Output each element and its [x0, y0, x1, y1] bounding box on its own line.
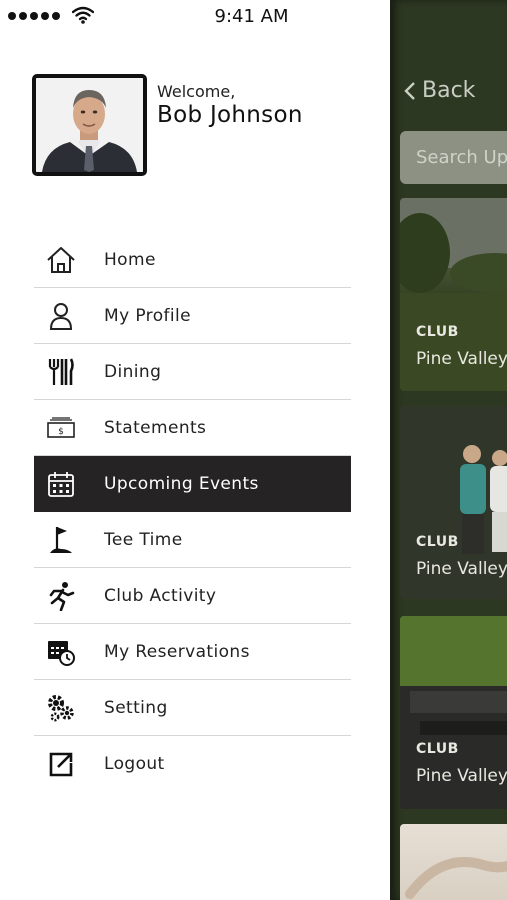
menu-label: Logout	[104, 754, 165, 774]
user-name: Bob Johnson	[157, 102, 303, 128]
back-button[interactable]: Back	[404, 78, 475, 103]
menu-item-club-activity[interactable]: Club Activity	[34, 568, 351, 624]
welcome-text: Welcome,	[157, 82, 236, 101]
status-time: 9:41 AM	[214, 6, 289, 27]
menu-item-home[interactable]: Home	[34, 232, 351, 288]
dining-icon	[46, 357, 76, 387]
back-label: Back	[422, 78, 476, 103]
club-card[interactable]: CLUB Pine Valley	[400, 198, 507, 391]
card-name: Pine Valley	[416, 559, 507, 579]
svg-text:$: $	[58, 427, 64, 437]
profile-icon	[46, 301, 76, 331]
running-icon	[46, 581, 76, 611]
card-tag: CLUB	[416, 741, 459, 757]
logout-icon	[46, 749, 76, 779]
search-placeholder: Search Up	[416, 147, 507, 168]
reservation-icon	[46, 637, 76, 667]
club-card[interactable]	[400, 824, 507, 900]
card-tag: CLUB	[416, 324, 459, 340]
menu-label: Dining	[104, 361, 162, 382]
menu-label: Tee Time	[104, 529, 183, 550]
avatar[interactable]	[32, 74, 147, 176]
menu-label: My Reservations	[104, 641, 250, 662]
chevron-left-icon	[404, 81, 415, 100]
menu-item-upcoming-events[interactable]: Upcoming Events	[34, 456, 351, 512]
card-name: Pine Valley	[416, 766, 507, 786]
gears-icon	[46, 693, 76, 723]
menu-item-my-profile[interactable]: My Profile	[34, 288, 351, 344]
statement-icon: $	[46, 413, 76, 443]
menu-label: Setting	[104, 697, 168, 718]
card-tag: CLUB	[416, 534, 459, 550]
menu-item-setting[interactable]: Setting	[34, 680, 351, 736]
calendar-icon	[46, 469, 76, 499]
menu-item-my-reservations[interactable]: My Reservations	[34, 624, 351, 680]
club-card[interactable]: CLUB Pine Valley	[400, 406, 507, 599]
navigation-drawer: 9:41 AM Welcome, Bob Johnson Home My Pro…	[0, 0, 390, 900]
menu-item-dining[interactable]: Dining	[34, 344, 351, 400]
card-name: Pine Valley	[416, 349, 507, 369]
menu-label: Statements	[104, 417, 207, 438]
home-icon	[46, 245, 76, 275]
status-bar: 9:41 AM	[0, 0, 390, 34]
menu-item-tee-time[interactable]: Tee Time	[34, 512, 351, 568]
search-input[interactable]: Search Up	[400, 131, 507, 184]
drawer-menu: Home My Profile Dining $ Statements Upco…	[34, 232, 351, 792]
main-content: Back Search Up CLUB Pine Valley CLUB Pin…	[390, 0, 507, 900]
golf-flag-icon	[46, 525, 76, 555]
menu-item-logout[interactable]: Logout	[34, 736, 351, 792]
menu-label: Home	[104, 249, 156, 270]
menu-label: My Profile	[104, 305, 191, 326]
menu-label: Club Activity	[104, 585, 217, 606]
menu-item-statements[interactable]: $ Statements	[34, 400, 351, 456]
menu-label: Upcoming Events	[104, 474, 259, 494]
club-card[interactable]: CLUB Pine Valley	[400, 616, 507, 809]
